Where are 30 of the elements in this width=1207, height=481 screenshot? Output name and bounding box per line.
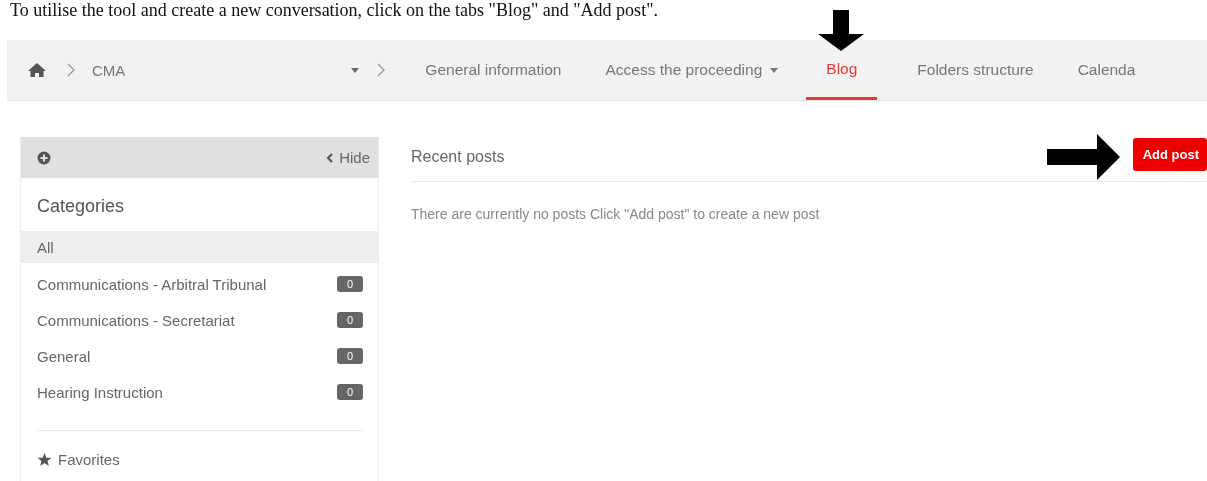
category-item[interactable]: Hearing Instruction 0 [21, 374, 378, 410]
favorites-link[interactable]: Favorites [58, 451, 120, 468]
category-item[interactable]: All [21, 231, 378, 263]
categories-heading: Categories [36, 195, 126, 218]
chevron-left-icon[interactable] [327, 152, 334, 163]
nav-tab[interactable]: Folders structure [913, 40, 1038, 100]
category-item[interactable]: General 0 [21, 338, 378, 374]
caret-icon [770, 67, 779, 73]
home-icon[interactable] [27, 62, 47, 78]
category-item[interactable]: Communications - Secretariat 0 [21, 302, 378, 338]
count-badge: 0 [336, 348, 363, 364]
star-icon [37, 452, 52, 467]
breadcrumb-link[interactable]: CMA [92, 61, 126, 79]
empty-message: There are currently no posts Click "Add post" to create a new post [411, 205, 821, 222]
section-title: Recent posts [411, 148, 506, 166]
nav-tab[interactable]: Access the proceeding [601, 40, 783, 100]
nav-tab[interactable]: General information [421, 40, 566, 100]
add-icon[interactable] [37, 150, 51, 165]
category-item[interactable]: Communications - Arbitral Tribunal 0 [21, 266, 378, 302]
instruction-text: To utilise the tool and create a new conversation, click on the tabs "Blog" and "Add post". [9, 0, 659, 22]
hide-link[interactable]: Hide [339, 149, 370, 166]
chevron-icon [377, 63, 386, 77]
nav-tab[interactable]: Calenda [1073, 40, 1140, 100]
caret-icon[interactable] [351, 67, 360, 73]
add-post-button[interactable]: Add post [1132, 137, 1207, 171]
count-badge: 0 [336, 312, 363, 328]
count-badge: 0 [336, 384, 363, 400]
pointer-arrow [817, 10, 866, 52]
count-badge: 0 [336, 276, 363, 292]
chevron-icon [67, 63, 75, 77]
